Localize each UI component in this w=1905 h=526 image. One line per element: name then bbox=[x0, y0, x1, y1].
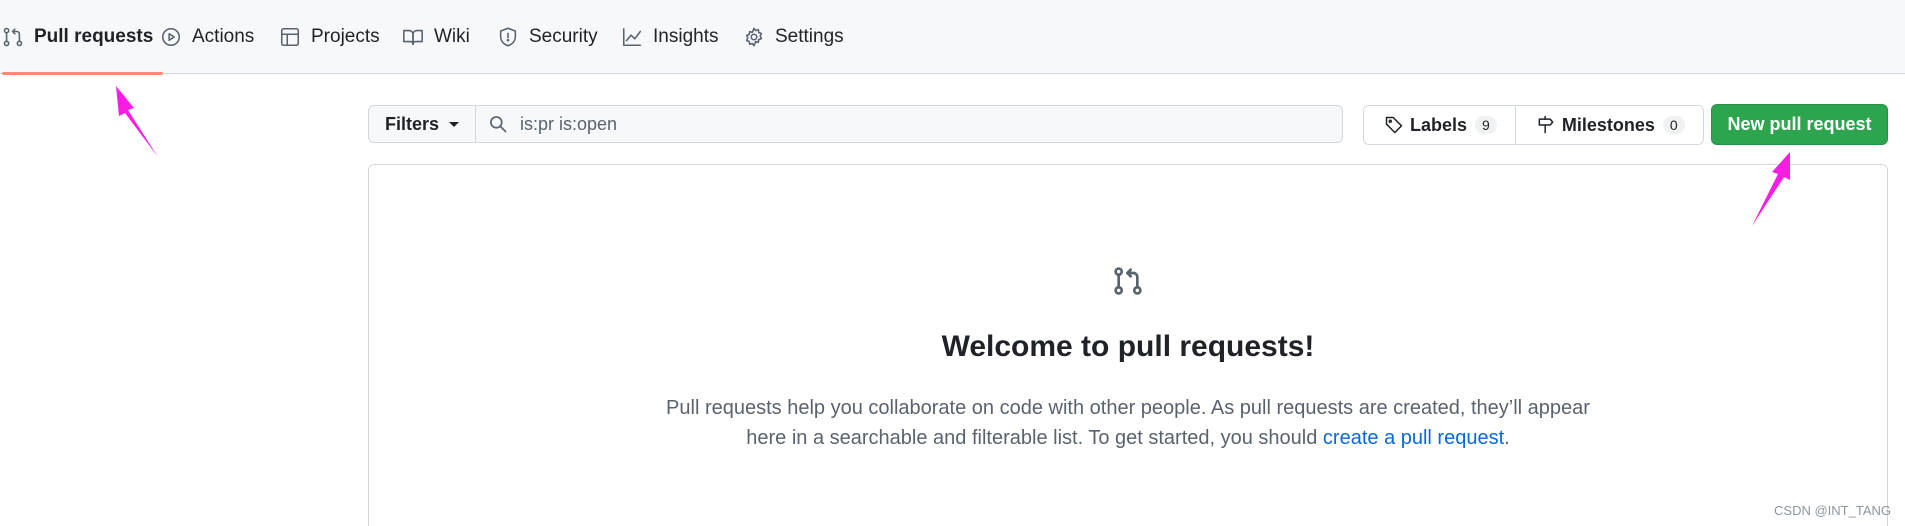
new-pull-request-button[interactable]: New pull request bbox=[1711, 104, 1888, 145]
labels-count: 9 bbox=[1475, 116, 1497, 134]
gear-icon bbox=[745, 27, 763, 47]
table-icon bbox=[280, 27, 300, 47]
blankslate-text-end: . bbox=[1504, 427, 1510, 449]
caret-down-icon bbox=[449, 121, 460, 127]
filters-label: Filters bbox=[384, 113, 440, 134]
milestone-icon bbox=[1538, 115, 1554, 134]
blankslate-title: Welcome to pull requests! bbox=[941, 330, 1315, 363]
tab-wiki[interactable]: Wiki bbox=[402, 0, 470, 74]
tab-actions[interactable]: Actions bbox=[160, 0, 254, 74]
filters-button[interactable]: Filters bbox=[368, 105, 476, 143]
milestones-button[interactable]: Milestones 0 bbox=[1514, 106, 1703, 144]
search-icon bbox=[490, 116, 507, 133]
search-box[interactable] bbox=[475, 105, 1343, 143]
labels-milestones-group: Labels 9 Milestones 0 bbox=[1363, 105, 1704, 145]
shield-icon bbox=[499, 27, 517, 47]
tab-insights[interactable]: Insights bbox=[621, 0, 718, 74]
tab-label: Settings bbox=[775, 26, 844, 47]
tab-label: Actions bbox=[192, 26, 255, 47]
create-pull-request-link[interactable]: create a pull request bbox=[1323, 427, 1504, 449]
tab-pull-requests[interactable]: Pull requests bbox=[2, 0, 164, 75]
tag-icon bbox=[1385, 116, 1403, 134]
tab-label: Wiki bbox=[434, 26, 470, 47]
tab-projects[interactable]: Projects bbox=[279, 0, 380, 74]
search-input[interactable] bbox=[520, 113, 1300, 135]
play-icon bbox=[161, 27, 181, 47]
tab-settings[interactable]: Settings bbox=[743, 0, 844, 74]
milestones-label: Milestones bbox=[1561, 114, 1655, 135]
watermark: CSDN @INT_TANG bbox=[1774, 503, 1891, 518]
tab-label: Security bbox=[529, 26, 598, 47]
graph-icon bbox=[622, 27, 642, 47]
labels-label: Labels bbox=[1410, 114, 1468, 135]
tab-label: Insights bbox=[653, 26, 719, 47]
annotation-arrow-left bbox=[116, 86, 158, 157]
tab-security[interactable]: Security bbox=[497, 0, 598, 74]
tab-label: Pull requests bbox=[34, 26, 154, 47]
repo-nav: Pull requests Actions Projects Wiki Secu… bbox=[0, 0, 1905, 75]
annotation-arrow-right bbox=[1752, 152, 1790, 226]
pull-request-icon bbox=[1112, 265, 1144, 297]
pull-request-icon bbox=[3, 27, 23, 47]
book-icon bbox=[403, 29, 423, 46]
labels-button[interactable]: Labels 9 bbox=[1364, 106, 1515, 144]
blankslate-description: Pull requests help you collaborate on co… bbox=[660, 393, 1596, 453]
milestones-count: 0 bbox=[1662, 116, 1685, 134]
tab-label: Projects bbox=[311, 26, 380, 47]
